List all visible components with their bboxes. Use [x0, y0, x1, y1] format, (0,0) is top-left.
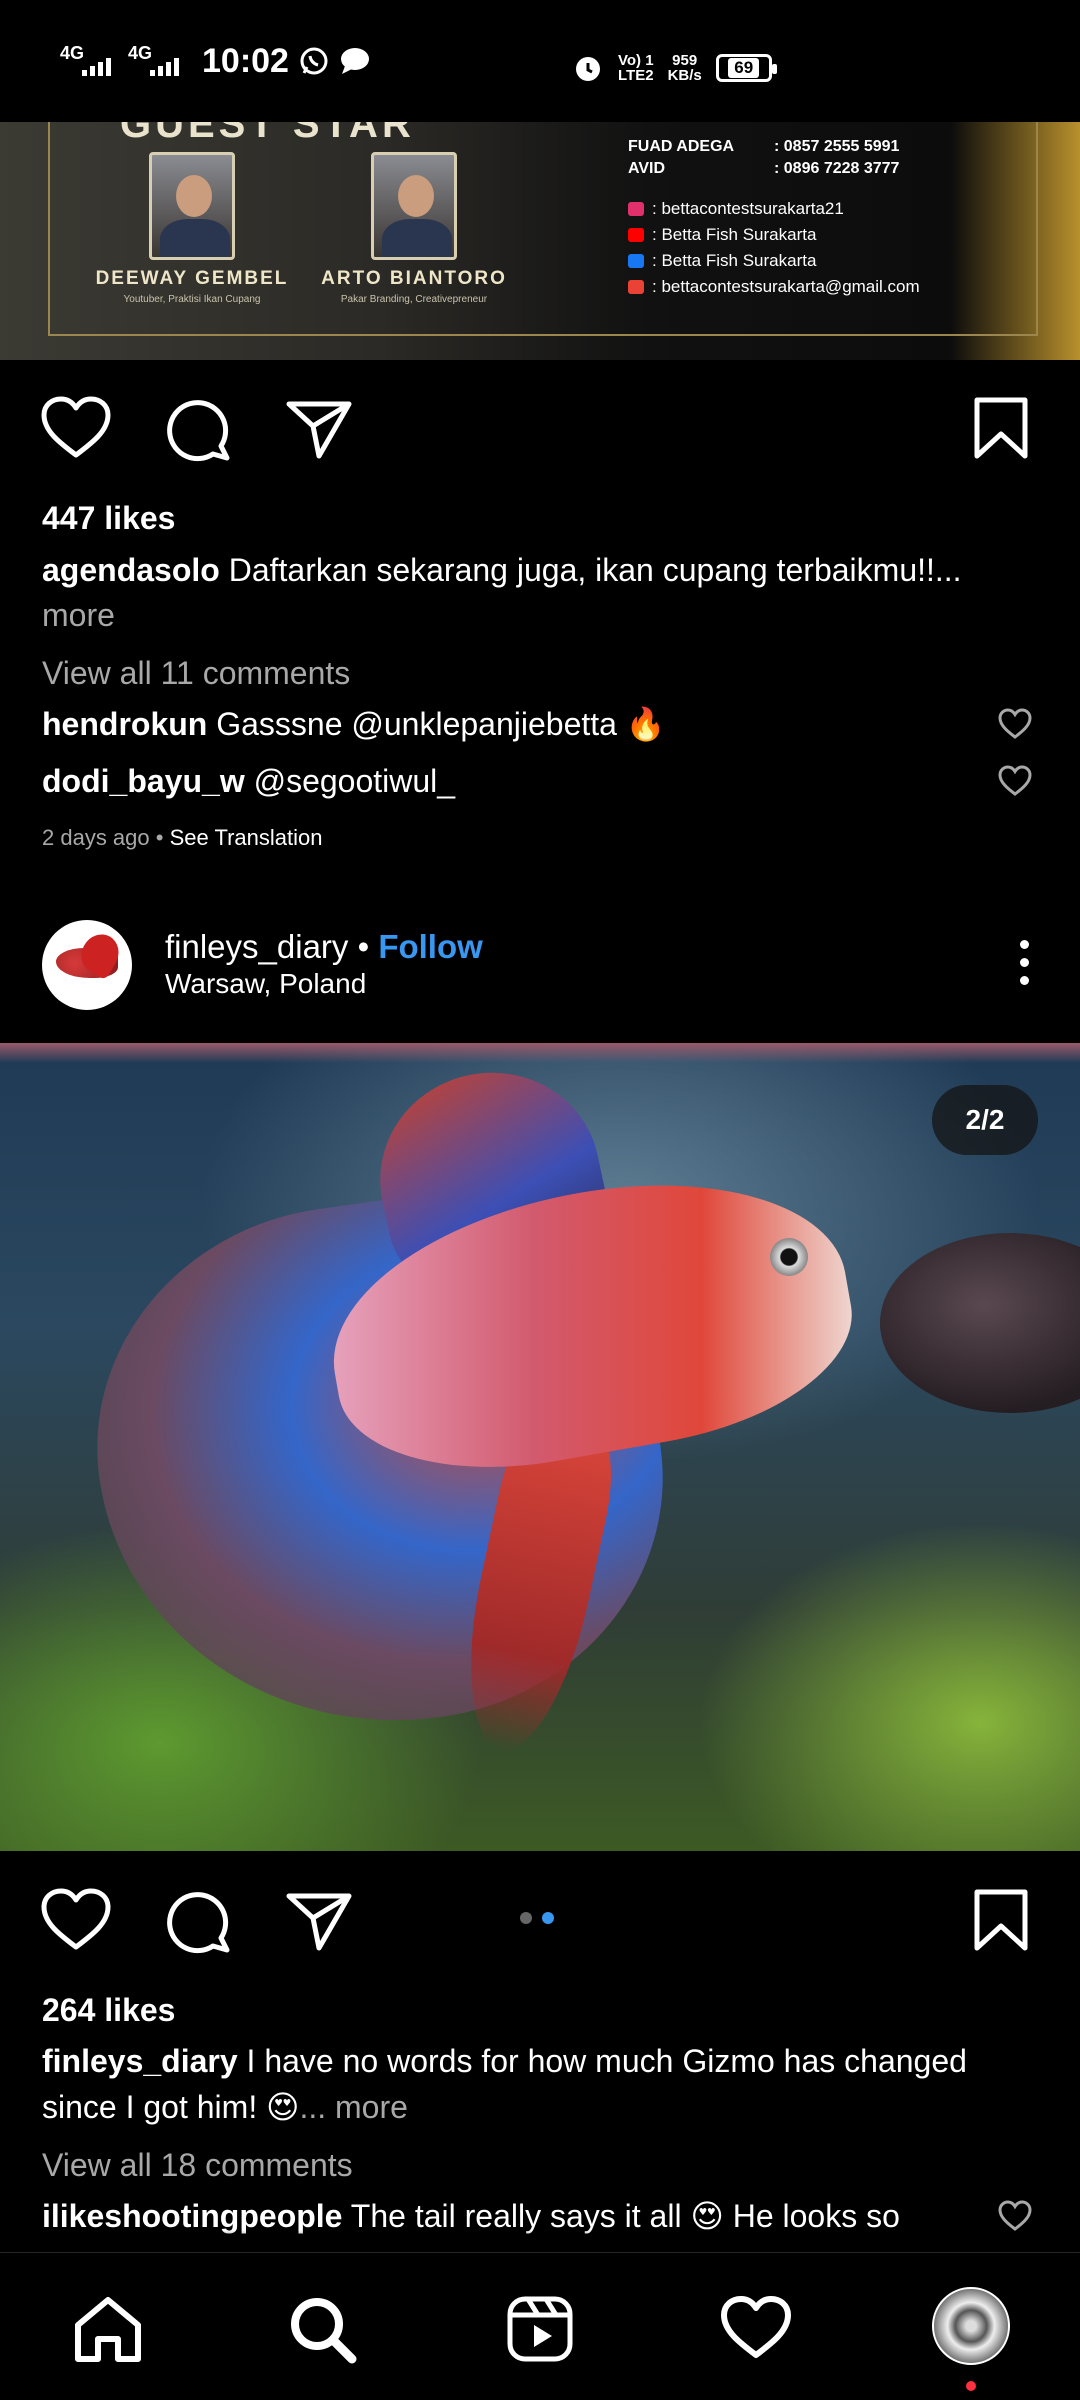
carousel-counter: 2/2	[932, 1085, 1038, 1155]
alarm-icon	[576, 57, 600, 81]
activity-heart-icon[interactable]	[720, 2295, 792, 2361]
share-send-icon[interactable]	[285, 398, 353, 460]
more-link[interactable]: more	[42, 595, 115, 635]
network-type-2: 4G	[128, 43, 153, 63]
comment-like-heart-icon[interactable]	[998, 765, 1032, 797]
user-avatar[interactable]	[42, 920, 132, 1010]
like-count[interactable]: 447 likes	[42, 498, 175, 538]
youtube-icon	[628, 228, 644, 242]
post-caption-line2: since I got him! 😍... more	[42, 2087, 408, 2127]
banner-heading: GUEST STAR	[120, 122, 415, 146]
view-all-comments[interactable]: View all 18 comments	[42, 2145, 353, 2185]
save-bookmark-icon[interactable]	[972, 1888, 1030, 1952]
reels-icon[interactable]	[506, 2295, 574, 2363]
comment-row: hendrokun Gasssne @unklepanjiebetta 🔥	[42, 704, 666, 744]
save-bookmark-icon[interactable]	[972, 396, 1030, 460]
speaker-role: Youtuber, Praktisi Ikan Cupang	[123, 294, 261, 305]
profile-avatar[interactable]	[932, 2287, 1010, 2365]
comment-username[interactable]: dodi_bayu_w	[42, 763, 245, 799]
battery-icon: 69	[715, 54, 777, 82]
battery-level: 69	[728, 58, 760, 78]
status-bar: 4G 4G 10:02 Vo) 1 LTE2 959 KB/s 69	[0, 0, 1080, 122]
network-speed: 959 KB/s	[667, 52, 702, 84]
carousel-dot	[520, 1912, 532, 1924]
volte-indicator: Vo) 1 LTE2	[618, 52, 654, 84]
clock: 10:02	[202, 41, 289, 80]
speaker-name: DEEWAY GEMBEL	[95, 268, 289, 289]
like-heart-icon[interactable]	[40, 395, 112, 461]
post-meta: 2 days ago • See Translation	[42, 818, 322, 858]
home-icon[interactable]	[72, 2295, 144, 2365]
post-author: finleys_diary • Follow	[165, 928, 483, 966]
message-icon	[340, 48, 369, 74]
comment-text: Gasssne @unklepanjiebetta 🔥	[216, 706, 666, 742]
post-caption: finleys_diary I have no words for how mu…	[42, 2041, 967, 2081]
bottom-navigation	[0, 2252, 1080, 2400]
post-caption: agendasolo Daftarkan sekarang juga, ikan…	[42, 550, 962, 590]
comment-text: @segootiwul_	[253, 763, 456, 799]
comment-username[interactable]: hendrokun	[42, 706, 207, 742]
search-icon[interactable]	[288, 2295, 358, 2365]
comment-icon[interactable]	[163, 1888, 231, 1954]
caption-username[interactable]: agendasolo	[42, 552, 220, 588]
post-image-betta-fish[interactable]: 2/2	[0, 1043, 1080, 1851]
comment-username[interactable]: ilikeshootingpeople	[42, 2198, 342, 2234]
more-link[interactable]: ... more	[299, 2089, 407, 2125]
comment-icon[interactable]	[163, 396, 231, 462]
mail-icon	[628, 280, 644, 294]
whatsapp-icon	[300, 47, 328, 75]
comment-text: The tail really says it all 😍 He looks s…	[350, 2198, 900, 2234]
speaker-photo	[371, 152, 457, 260]
speaker-photo	[149, 152, 235, 260]
like-heart-icon[interactable]	[40, 1887, 112, 1953]
instagram-icon	[628, 202, 644, 216]
share-send-icon[interactable]	[285, 1890, 353, 1952]
comment-like-heart-icon[interactable]	[998, 708, 1032, 740]
post-actions	[0, 1872, 1080, 1972]
post-time: 2 days ago	[42, 825, 150, 850]
author-username[interactable]: finleys_diary	[165, 928, 348, 965]
banner-contacts: FUAD ADEGA: 0857 2555 5991 AVID: 0896 72…	[628, 138, 920, 296]
scroll-fade	[0, 2230, 1080, 2252]
author-separator: •	[357, 928, 370, 965]
facebook-icon	[628, 254, 644, 268]
caption-text: Daftarkan sekarang juga, ikan cupang ter…	[228, 552, 962, 588]
comment-like-heart-icon[interactable]	[998, 2200, 1032, 2232]
caption-text: I have no words for how much Gizmo has c…	[246, 2043, 967, 2079]
speaker-name: ARTO BIANTORO	[321, 268, 507, 289]
network-type-1: 4G	[60, 43, 85, 63]
post-actions	[0, 380, 1080, 480]
speaker-card: ARTO BIANTORO Pakar Branding, Creativepr…	[294, 152, 534, 305]
carousel-indicator	[520, 1912, 554, 1924]
speaker-role: Pakar Branding, Creativepreneur	[340, 294, 488, 305]
meta-separator: •	[155, 825, 164, 850]
see-translation-link[interactable]: See Translation	[170, 825, 323, 850]
follow-button[interactable]: Follow	[378, 928, 482, 965]
speaker-card: DEEWAY GEMBEL Youtuber, Praktisi Ikan Cu…	[72, 152, 312, 305]
caption-text: since I got him! 😍	[42, 2089, 300, 2125]
carousel-dot-active	[542, 1912, 554, 1924]
comment-row: dodi_bayu_w @segootiwul_	[42, 761, 455, 801]
notification-dot	[966, 2381, 976, 2391]
caption-username[interactable]: finleys_diary	[42, 2043, 238, 2079]
post-location[interactable]: Warsaw, Poland	[165, 968, 366, 1000]
signal-icon: 4G	[60, 44, 118, 78]
more-options-icon[interactable]	[1020, 940, 1032, 985]
view-all-comments[interactable]: View all 11 comments	[42, 653, 350, 693]
post-image-banner[interactable]: GUEST STAR DEEWAY GEMBEL Youtuber, Prakt…	[0, 122, 1080, 360]
signal-icon: 4G	[128, 44, 186, 78]
like-count[interactable]: 264 likes	[42, 1990, 175, 2030]
post-header: finleys_diary • Follow Warsaw, Poland	[0, 910, 1080, 1020]
